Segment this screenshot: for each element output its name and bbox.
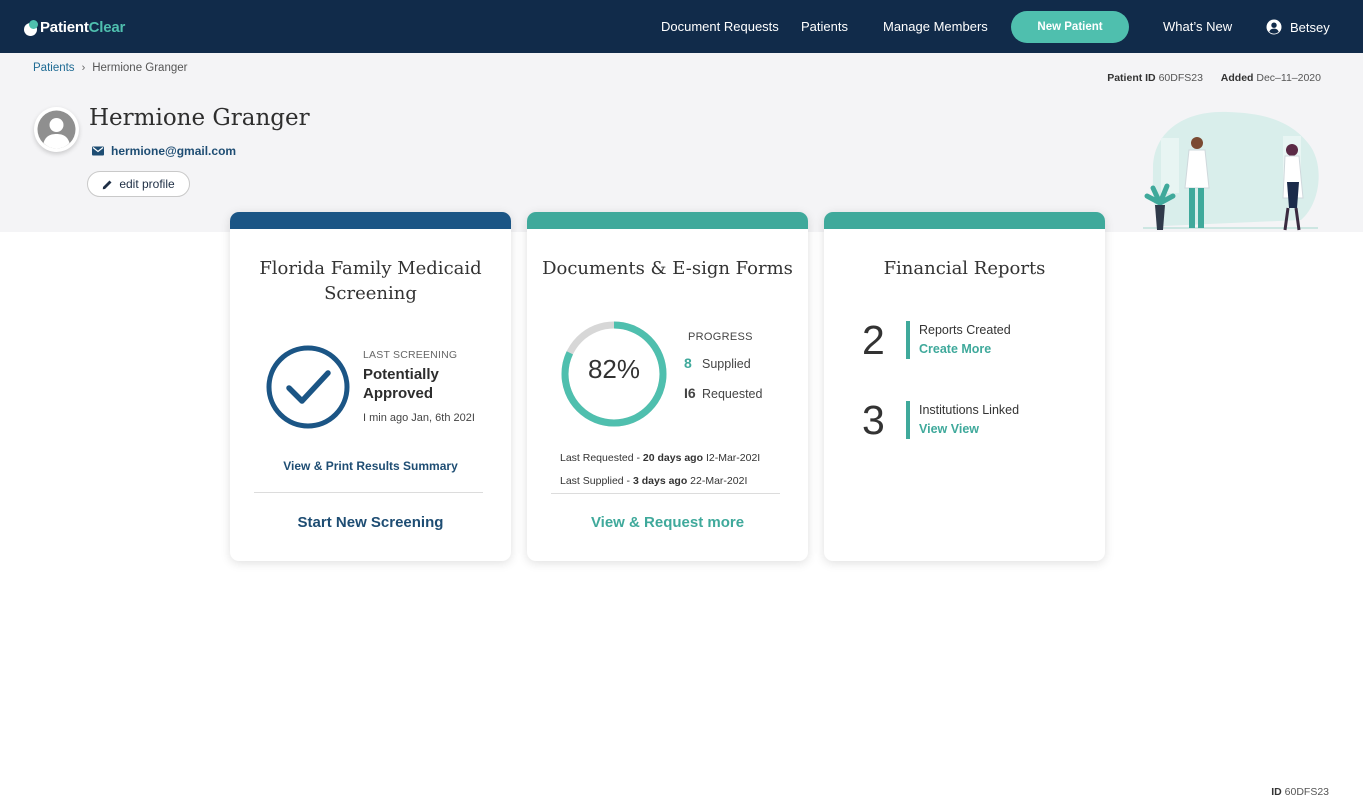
financial-title: Financial Reports (883, 258, 1046, 279)
documents-card: Documents & E-sign Forms 82% PROGRESS 8 … (527, 212, 808, 561)
nav-manage-members[interactable]: Manage Members (883, 19, 988, 34)
last-requested-ago: 20 days ago (642, 452, 704, 464)
view-request-more-button[interactable]: View & Request more (527, 514, 808, 531)
view-print-results-link[interactable]: View & Print Results Summary (230, 459, 511, 473)
footer-id-value: 60DFS23 (1284, 786, 1329, 798)
card-accent-bar (230, 212, 511, 229)
documents-title: Documents & E-sign Forms (542, 258, 793, 279)
last-supplied-date: 22-Mar-202I (690, 475, 748, 487)
institutions-count: 3 (862, 397, 885, 443)
footer-id-label: ID (1271, 786, 1282, 798)
last-screening-label: LAST SCREENING (363, 349, 458, 361)
nav-document-requests[interactable]: Document Requests (661, 19, 779, 34)
patient-email[interactable]: hermione@gmail.com (92, 144, 236, 158)
user-menu[interactable]: Betsey (1266, 19, 1330, 35)
patientclear-logo[interactable]: PatientClear (24, 16, 125, 38)
screening-card: Florida Family Medicaid Screening LAST S… (230, 212, 511, 561)
chevron-right-icon: › (81, 62, 86, 74)
user-name: Betsey (1290, 19, 1330, 35)
brand-name: PatientClear (40, 18, 126, 36)
email-text: hermione@gmail.com (111, 144, 237, 158)
doctors-illustration (1143, 111, 1319, 231)
footer-id: ID 60DFS23 (1271, 786, 1329, 798)
card-accent-bar (824, 212, 1105, 229)
last-supplied-ago: 3 days ago (632, 475, 688, 487)
reports-label: Reports Created (919, 323, 1011, 337)
screening-title: Florida Family Medicaid Screening (259, 258, 482, 304)
logo-mark-icon (24, 19, 39, 36)
last-requested-label: Last Requested - (560, 452, 643, 464)
envelope-icon (92, 146, 104, 156)
patient-meta: Patient ID 60DFS23 Added Dec–11–2020 (1107, 72, 1321, 84)
breadcrumb: Patients › Hermione Granger (33, 62, 187, 74)
supplied-count: 8 (684, 355, 692, 371)
requested-row: I6 Requested (684, 385, 762, 401)
checkmark-circle-icon (266, 345, 350, 429)
patient-id-label: Patient ID (1107, 72, 1156, 84)
patient-name: Hermione Granger (89, 105, 310, 131)
edit-profile-button[interactable]: edit profile (87, 171, 190, 197)
supplied-row: 8 Supplied (684, 355, 751, 371)
screening-time: I min ago Jan, 6th 202I (363, 412, 475, 424)
nav-whats-new[interactable]: What’s New (1163, 19, 1232, 34)
pencil-icon (103, 180, 112, 189)
breadcrumb-patients[interactable]: Patients (33, 62, 75, 74)
added-label: Added (1220, 72, 1254, 84)
view-institutions-link[interactable]: View View (919, 422, 1019, 436)
teal-divider-bar (906, 321, 910, 359)
reports-text: Reports Created Create More (919, 323, 1011, 356)
reports-row: 2 Reports Created Create More (862, 317, 1011, 363)
nav-patients[interactable]: Patients (801, 19, 848, 34)
screening-status: Potentially Approved (363, 366, 439, 402)
avatar (34, 107, 79, 152)
teal-divider-bar (906, 401, 910, 439)
breadcrumb-current: Hermione Granger (92, 62, 188, 74)
create-more-link[interactable]: Create More (919, 342, 1011, 356)
new-patient-button[interactable]: New Patient (1011, 11, 1129, 43)
top-navbar: PatientClear Document Requests Patients … (0, 0, 1363, 53)
requested-count: I6 (684, 385, 696, 401)
institutions-row: 3 Institutions Linked View View (862, 397, 1019, 443)
divider (254, 492, 483, 493)
last-supplied-label: Last Supplied - (560, 475, 633, 487)
reports-count: 2 (862, 317, 885, 363)
progress-label: PROGRESS (688, 331, 753, 343)
last-supplied-line: Last Supplied - 3 days ago 22-Mar-202I (560, 475, 747, 487)
added-date: Dec–11–2020 (1256, 72, 1321, 84)
financial-card: Financial Reports 2 Reports Created Crea… (824, 212, 1105, 561)
edit-profile-label: edit profile (119, 177, 175, 191)
last-requested-line: Last Requested - 20 days ago I2-Mar-202I (560, 452, 760, 464)
institutions-text: Institutions Linked View View (919, 403, 1019, 436)
default-avatar-icon (37, 110, 76, 149)
divider (551, 493, 780, 494)
start-new-screening-button[interactable]: Start New Screening (230, 514, 511, 531)
card-accent-bar (527, 212, 808, 229)
patient-id-value: 60DFS23 (1158, 72, 1203, 84)
requested-label: Requested (702, 387, 763, 401)
progress-percent: 82% (587, 354, 641, 384)
institutions-label: Institutions Linked (919, 403, 1020, 417)
user-account-icon (1266, 19, 1282, 35)
last-requested-date: I2-Mar-202I (705, 452, 761, 464)
supplied-label: Supplied (702, 357, 751, 371)
